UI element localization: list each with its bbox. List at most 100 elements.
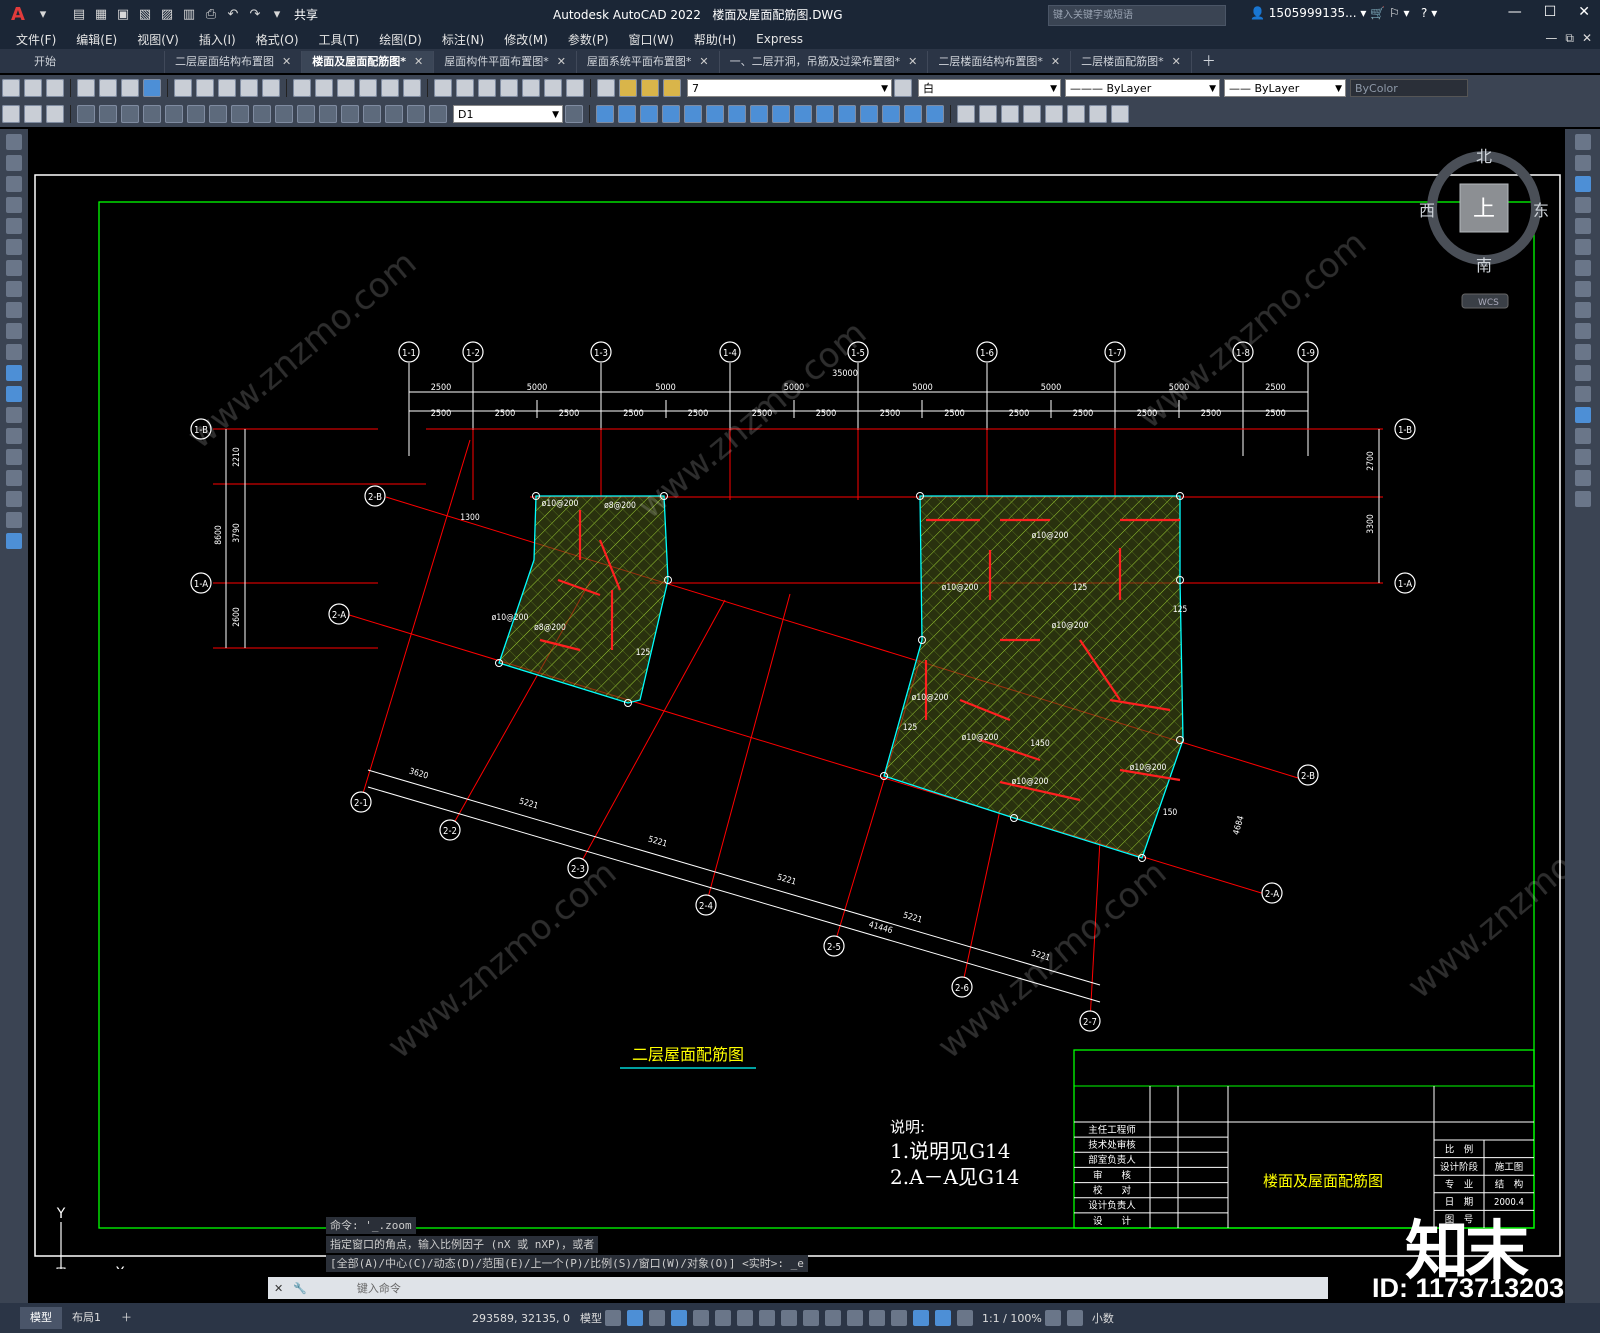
layer-dropdown[interactable]: 7 ▼	[687, 79, 892, 97]
menu-insert[interactable]: 插入(I)	[189, 31, 246, 48]
ellipse-icon[interactable]	[6, 323, 22, 339]
copy-object-icon[interactable]	[1574, 155, 1591, 171]
lineweight-icon[interactable]	[780, 1310, 797, 1326]
menu-window[interactable]: 窗口(W)	[619, 31, 684, 48]
customize-icon[interactable]: ▾	[268, 6, 286, 24]
join-icon[interactable]	[1574, 407, 1591, 423]
make-block-icon[interactable]	[6, 386, 22, 402]
new-icon[interactable]	[2, 79, 20, 97]
ordinate-dim-icon[interactable]	[77, 105, 95, 123]
mirror-icon[interactable]	[1574, 176, 1591, 192]
compass-west[interactable]: 西	[1419, 201, 1435, 220]
help-icon[interactable]	[566, 79, 584, 97]
3d-osnap-icon[interactable]	[846, 1310, 863, 1326]
linetype-dropdown[interactable]: ——— ByLayer ▼	[1065, 79, 1220, 97]
jogged-linear-icon[interactable]	[363, 105, 381, 123]
slice-icon[interactable]	[1045, 105, 1063, 123]
radius-dim-icon[interactable]	[99, 105, 117, 123]
explode-icon[interactable]	[1574, 491, 1591, 507]
print-icon[interactable]: ⎙	[202, 6, 220, 24]
menu-modify[interactable]: 修改(M)	[494, 31, 558, 48]
close-icon[interactable]: ✕	[1578, 4, 1590, 20]
dim-break-icon[interactable]	[275, 105, 293, 123]
aligned-dim-icon[interactable]	[24, 105, 42, 123]
menu-dimension[interactable]: 标注(N)	[432, 31, 494, 48]
arc-icon[interactable]	[6, 239, 22, 255]
trim-icon[interactable]	[1574, 323, 1591, 339]
copy-icon[interactable]	[196, 79, 214, 97]
jogged-dim-icon[interactable]	[121, 105, 139, 123]
tab-close-icon[interactable]: ✕	[699, 51, 708, 73]
autocad-logo-icon[interactable]: A	[6, 3, 30, 27]
extrude-icon[interactable]	[794, 105, 812, 123]
compass-north[interactable]: 北	[1476, 147, 1492, 166]
3d-array-icon[interactable]	[1023, 105, 1041, 123]
subtract-icon[interactable]	[926, 105, 944, 123]
multiline-text-icon[interactable]	[6, 512, 22, 528]
menu-parametric[interactable]: 参数(P)	[558, 31, 619, 48]
helix-icon[interactable]	[750, 105, 768, 123]
menu-format[interactable]: 格式(O)	[246, 31, 309, 48]
infer-constraints-icon[interactable]	[648, 1310, 665, 1326]
customize-command-icon[interactable]: 🔧	[293, 1282, 307, 1295]
search-input[interactable]: 键入关键字或短语	[1048, 5, 1226, 26]
inspection-icon[interactable]	[341, 105, 359, 123]
tab-close-icon[interactable]: ✕	[908, 51, 917, 73]
redo-icon[interactable]	[315, 79, 333, 97]
polyline-icon[interactable]	[6, 176, 22, 192]
markup-icon[interactable]	[522, 79, 540, 97]
line-icon[interactable]	[6, 134, 22, 150]
match-properties-icon[interactable]	[240, 79, 258, 97]
menu-help[interactable]: 帮助(H)	[684, 31, 746, 48]
tab-file[interactable]: 屋面构件平面布置图* ✕	[434, 51, 577, 73]
tool-palettes-icon[interactable]	[478, 79, 496, 97]
viewcube[interactable]: 上 北 南 西 东 WCS	[1419, 147, 1549, 309]
gizmo-icon[interactable]	[912, 1310, 929, 1326]
rectangle-icon[interactable]	[6, 218, 22, 234]
offset-icon[interactable]	[1574, 197, 1591, 213]
close-command-icon[interactable]: ✕	[274, 1282, 283, 1295]
menu-tools[interactable]: 工具(T)	[309, 31, 370, 48]
gradient-icon[interactable]	[6, 449, 22, 465]
menu-file[interactable]: 文件(F)	[0, 31, 66, 48]
region-icon[interactable]	[6, 470, 22, 486]
properties-icon[interactable]	[434, 79, 452, 97]
block-editor-icon[interactable]	[262, 79, 280, 97]
interfere-icon[interactable]	[1111, 105, 1129, 123]
compass-south[interactable]: 南	[1476, 256, 1492, 275]
open-icon[interactable]	[24, 79, 42, 97]
dropdown-icon[interactable]: ▾	[34, 6, 52, 24]
menu-view[interactable]: 视图(V)	[127, 31, 189, 48]
units-display[interactable]: 小数	[1092, 1310, 1114, 1326]
layer-properties-icon[interactable]	[597, 79, 615, 97]
erase-icon[interactable]	[1574, 134, 1591, 150]
color-dropdown[interactable]: 白 ▼	[918, 79, 1061, 97]
loft-icon[interactable]	[882, 105, 900, 123]
preview-icon[interactable]	[99, 79, 117, 97]
object-snap-icon[interactable]	[758, 1310, 775, 1326]
import-icon[interactable]: ▨	[158, 6, 176, 24]
baseline-dim-icon[interactable]	[209, 105, 227, 123]
layout-tab[interactable]: 布局1	[62, 1307, 111, 1329]
annotation-scale[interactable]: 1:1 / 100%	[982, 1312, 1042, 1325]
insert-block-icon[interactable]	[6, 365, 22, 381]
tab-file[interactable]: 二层屋面结构布置图 ✕	[165, 51, 303, 73]
angular-dim-icon[interactable]	[165, 105, 183, 123]
add-selected-icon[interactable]	[6, 533, 22, 549]
pyramid-icon[interactable]	[728, 105, 746, 123]
selection-filter-icon[interactable]	[890, 1310, 907, 1326]
user-account[interactable]: 👤 1505999135... ▾ 🛒 ⚐ ▾ ? ▾	[1250, 6, 1437, 20]
torus-icon[interactable]	[706, 105, 724, 123]
layer-lock-icon[interactable]	[663, 79, 681, 97]
tab-close-icon[interactable]: ✕	[557, 51, 566, 73]
3d-align-icon[interactable]	[1001, 105, 1019, 123]
polar-icon[interactable]	[692, 1310, 709, 1326]
union-icon[interactable]	[904, 105, 922, 123]
revolve-icon[interactable]	[860, 105, 878, 123]
layer-on-icon[interactable]	[619, 79, 637, 97]
linear-dim-icon[interactable]	[2, 105, 20, 123]
menu-edit[interactable]: 编辑(E)	[66, 31, 127, 48]
diameter-dim-icon[interactable]	[143, 105, 161, 123]
chamfer-icon[interactable]	[1574, 428, 1591, 444]
blend-curves-icon[interactable]	[1574, 470, 1591, 486]
